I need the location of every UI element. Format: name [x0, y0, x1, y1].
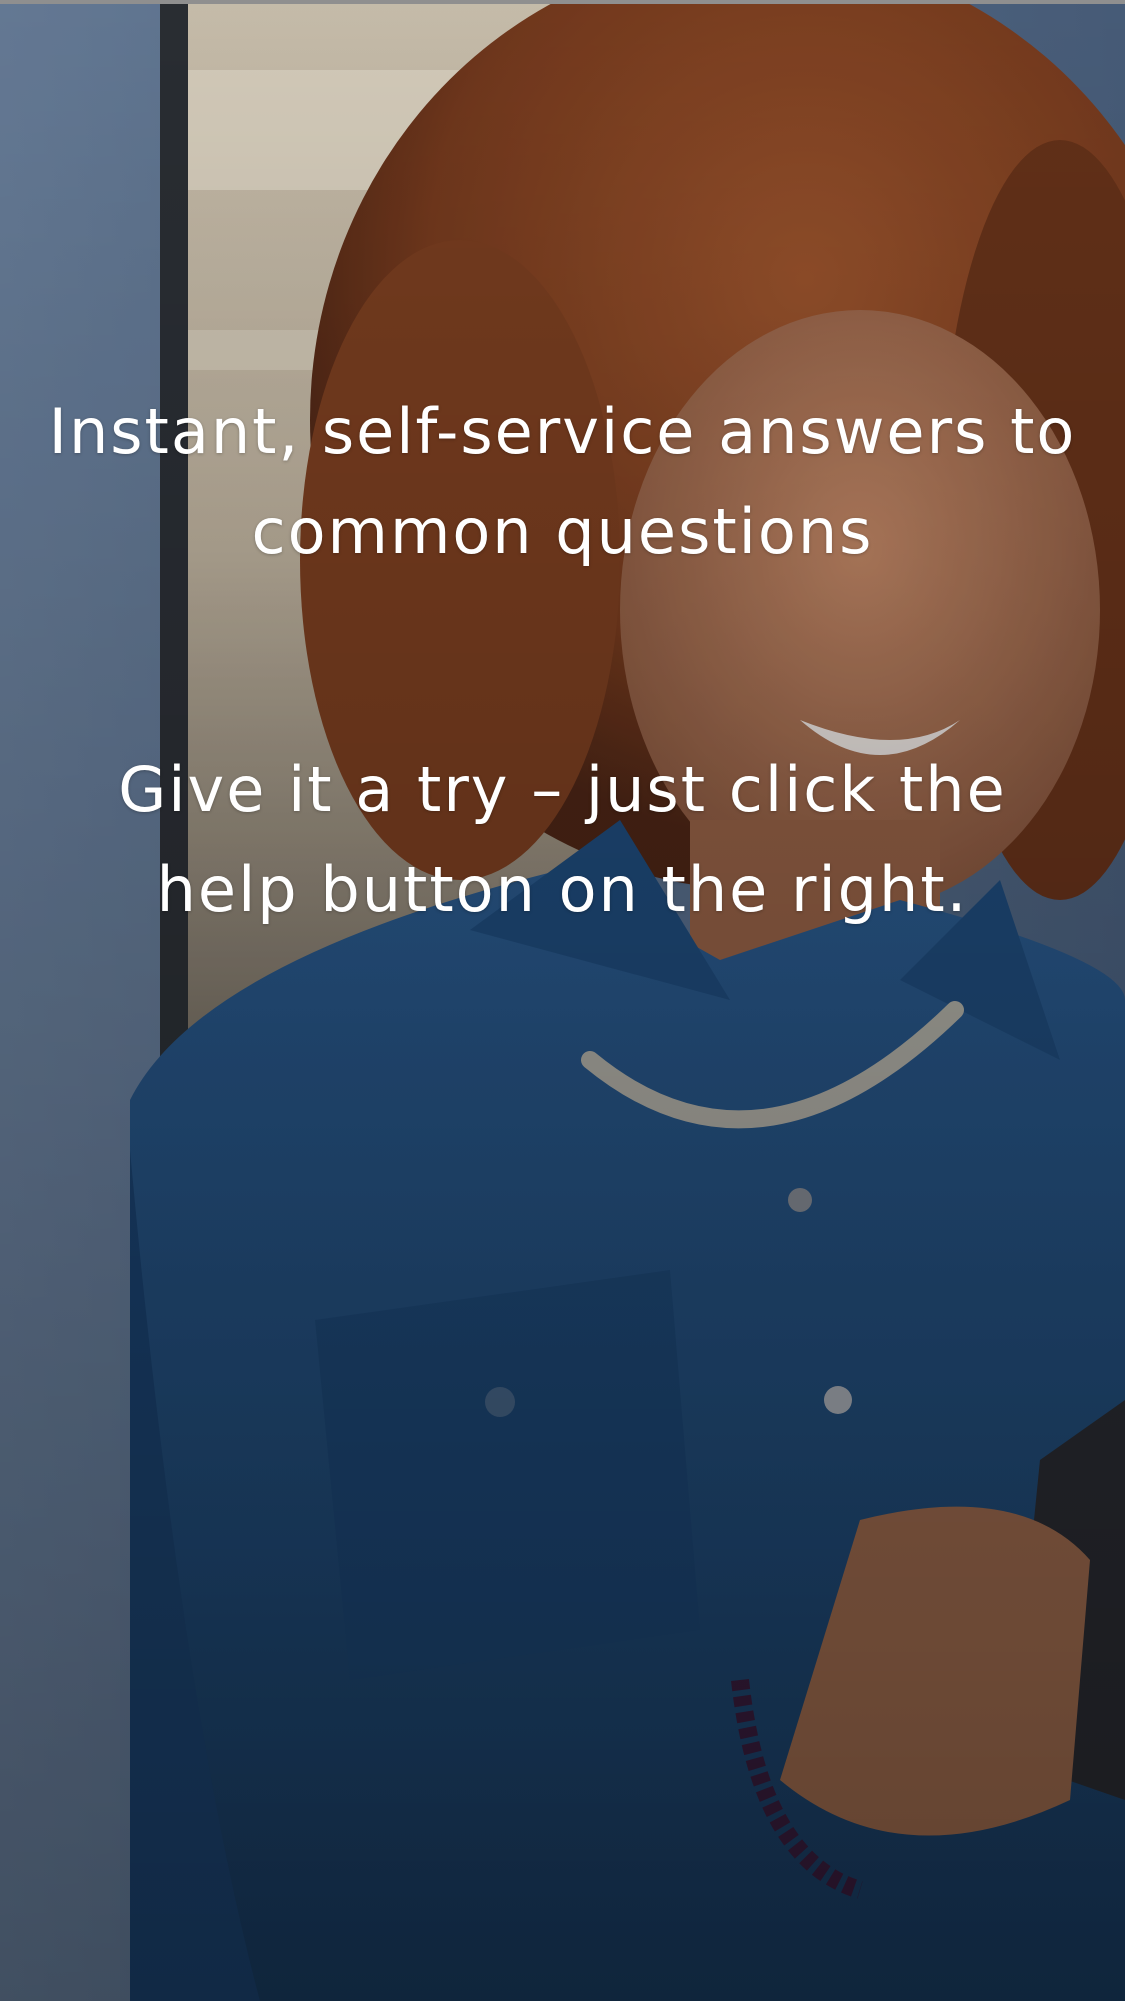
- top-divider: [0, 0, 1125, 4]
- hero-headline: Instant, self-service answers to common …: [48, 395, 1077, 568]
- hero-dim-overlay: [0, 0, 1125, 2001]
- hero-cta-text: Give it a try – just click the help butt…: [118, 753, 1007, 926]
- hero-section: Instant, self-service answers to common …: [0, 0, 1125, 2001]
